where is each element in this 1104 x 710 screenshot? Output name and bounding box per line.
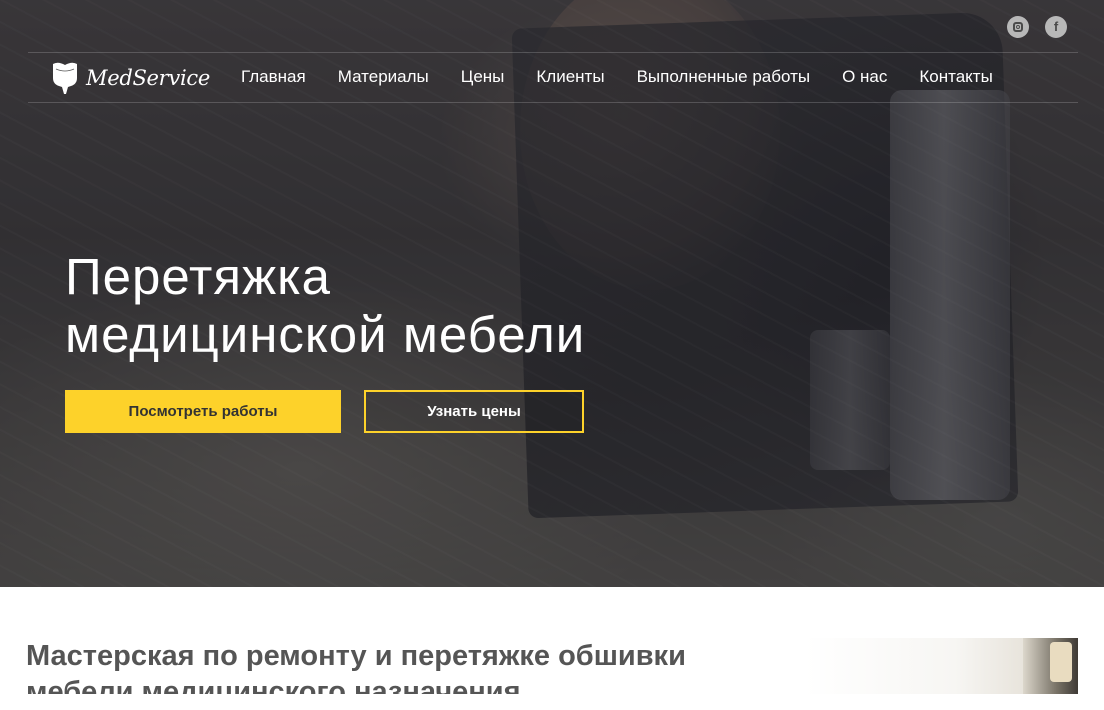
get-prices-button[interactable]: Узнать цены	[364, 390, 584, 433]
nav-divider-bottom	[28, 102, 1078, 103]
nav-item-about[interactable]: О нас	[842, 66, 887, 88]
nav-item-materials[interactable]: Материалы	[338, 66, 429, 88]
brand-name: MedService	[86, 66, 210, 90]
instagram-icon[interactable]	[1007, 16, 1029, 38]
workshop-image	[805, 638, 1078, 694]
hero-title: Перетяжка медицинской мебели	[65, 248, 585, 364]
nav-item-completed-works[interactable]: Выполненные работы	[637, 66, 811, 88]
nav-divider-top	[28, 52, 1078, 53]
nav-item-clients[interactable]: Клиенты	[536, 66, 604, 88]
view-works-button[interactable]: Посмотреть работы	[65, 390, 341, 433]
hero-section: f MedService Главная Материалы Цены Клие…	[0, 0, 1104, 587]
main-nav: Главная Материалы Цены Клиенты Выполненн…	[241, 66, 993, 88]
hero-title-line2: медицинской мебели	[65, 306, 586, 363]
hero-title-line1: Перетяжка	[65, 248, 331, 305]
page-bottom-edge	[0, 694, 1104, 710]
thread-spool-image	[1050, 642, 1072, 682]
facebook-icon[interactable]: f	[1045, 16, 1067, 38]
nav-item-prices[interactable]: Цены	[461, 66, 505, 88]
armchair-logo-icon	[53, 62, 77, 94]
brand-logo[interactable]: MedService	[50, 58, 210, 98]
nav-item-home[interactable]: Главная	[241, 66, 306, 88]
nav-item-contacts[interactable]: Контакты	[919, 66, 992, 88]
instagram-icon-lens	[1016, 25, 1020, 29]
